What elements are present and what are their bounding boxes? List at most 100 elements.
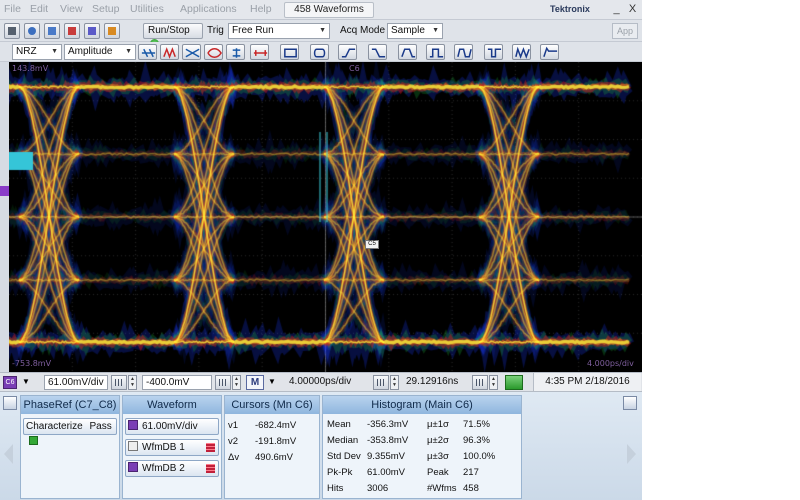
menu-edit[interactable]: Edit	[30, 3, 48, 15]
histogram-stat-value: 9.355mV	[367, 451, 405, 462]
eye-width-icon[interactable]	[250, 44, 269, 60]
offset-updown[interactable]: ▲ ▼	[232, 375, 241, 390]
histogram-sigma-value: 100.0%	[463, 451, 495, 462]
eye-height-icon[interactable]	[226, 44, 245, 60]
acq-mode-select[interactable]: Sample ▼	[387, 23, 443, 39]
scale-updown[interactable]: ▲ ▼	[128, 375, 137, 390]
histogram-sigma-label: μ±2σ	[427, 435, 449, 446]
histogram-stat-label: Mean	[327, 419, 351, 430]
minimize-button[interactable]: _	[610, 3, 623, 16]
main-toolbar: Run/Stop Trig Free Run ▼ Acq Mode Sample ▼…	[0, 20, 642, 42]
pass-status: Pass	[89, 421, 111, 432]
measurement-toolbar: NRZ ▼ Amplitude ▼	[0, 42, 642, 62]
position-knob-icon[interactable]	[472, 375, 488, 390]
scroll-left-arrow-icon[interactable]	[4, 444, 13, 464]
print-icon[interactable]	[4, 23, 20, 39]
acq-mode-value: Sample	[391, 25, 425, 36]
mask-icon[interactable]	[280, 44, 299, 60]
chevron-down-icon[interactable]: ▼	[22, 377, 30, 386]
coding-select[interactable]: NRZ ▼	[12, 44, 62, 60]
eye-amplitude-icon[interactable]	[398, 44, 417, 60]
histogram-sigma-value: 96.3%	[463, 435, 490, 446]
q-factor-icon[interactable]	[310, 44, 329, 60]
channel-badge[interactable]: C6	[3, 376, 17, 389]
main-timebase-button[interactable]: M	[246, 375, 264, 390]
jitter-icon[interactable]	[160, 44, 179, 60]
scroll-right-arrow-icon[interactable]	[627, 444, 636, 464]
channel-offset-marker[interactable]	[0, 186, 9, 196]
chart-icon[interactable]	[64, 23, 80, 39]
zoom-icon[interactable]	[24, 23, 40, 39]
cursors-panel: Cursors (Mn C6) v1 -682.4mV v2 -191.8mV …	[224, 395, 320, 499]
config-icon[interactable]	[3, 396, 17, 410]
coding-value: NRZ	[16, 46, 37, 57]
trigger-mode-value: Free Run	[232, 25, 274, 36]
timebase-updown[interactable]: ▲ ▼	[390, 375, 399, 390]
c5-marker[interactable]: C5	[365, 240, 379, 249]
timebase-knob-icon[interactable]	[373, 375, 389, 390]
run-stop-button[interactable]: Run/Stop	[143, 23, 203, 39]
eye-diagram-display[interactable]: 143.8mV C6 -753.8mV 4.000ps/div C5	[9, 62, 642, 372]
histogram-stat-label: Pk-Pk	[327, 467, 352, 478]
chevron-down-icon: ▼	[125, 45, 132, 59]
eye-diagram-canvas	[9, 62, 642, 372]
vertical-scale-field[interactable]: 61.00mV/div	[44, 375, 108, 390]
database-icon	[128, 441, 138, 451]
measure-icon[interactable]	[84, 23, 100, 39]
menu-bar: File Edit View Setup Utilities Applicati…	[0, 0, 642, 20]
rise-time-icon[interactable]	[338, 44, 357, 60]
histogram-stat-label: Std Dev	[327, 451, 361, 462]
menu-file[interactable]: File	[4, 3, 21, 15]
histogram-stat-label: Median	[327, 435, 358, 446]
menu-setup[interactable]: Setup	[92, 3, 119, 15]
waveform-item-wfmdb1[interactable]: WfmDB 1	[125, 439, 219, 456]
duty-cycle-icon[interactable]	[484, 44, 503, 60]
menu-utilities[interactable]: Utilities	[130, 3, 164, 15]
waveform-item-label: 61.00mV/div	[142, 421, 198, 432]
menu-view[interactable]: View	[60, 3, 83, 15]
menu-help[interactable]: Help	[250, 3, 272, 15]
timebase-field[interactable]: 4.00000ps/div	[286, 375, 370, 390]
position-updown[interactable]: ▲ ▼	[489, 375, 498, 390]
histogram-sigma-value: 458	[463, 483, 479, 494]
close-button[interactable]: X	[626, 3, 639, 16]
chevron-down-icon: ▼	[51, 45, 58, 59]
cursor-v2-label: v2	[228, 436, 238, 447]
save-icon[interactable]	[44, 23, 60, 39]
channel-label-c6: C6	[349, 64, 360, 73]
acquire-status-icon[interactable]	[505, 375, 523, 390]
frequency-icon[interactable]	[512, 44, 531, 60]
histogram-stat-value: -356.3mV	[367, 419, 408, 430]
app-button[interactable]: App	[612, 23, 638, 39]
period-icon[interactable]	[454, 44, 473, 60]
brand-logo: Tektronix	[550, 4, 590, 14]
waveform-count-tab: 458 Waveforms	[284, 2, 374, 18]
histogram-sigma-label: Peak	[427, 467, 449, 478]
menu-applications[interactable]: Applications	[180, 3, 237, 15]
phaseref-panel: PhaseRef (C7_C8) Characterize Pass	[20, 395, 120, 499]
characterize-button[interactable]: Characterize Pass	[23, 418, 117, 435]
window-icon[interactable]	[623, 396, 637, 410]
histogram-sigma-label: #Wfms	[427, 483, 457, 494]
date-time-display: 4:35 PM 2/18/2016	[533, 373, 641, 391]
cursor-delta-label: Δv	[228, 452, 239, 463]
horizontal-position-field[interactable]: 29.12916ns	[403, 375, 467, 390]
measurement-select[interactable]: Amplitude ▼	[64, 44, 136, 60]
waveform-item-wfmdb2[interactable]: WfmDB 2	[125, 460, 219, 477]
eye-setup-icon[interactable]	[138, 44, 157, 60]
edit-icon[interactable]	[104, 23, 120, 39]
chevron-down-icon: ▼	[432, 24, 439, 38]
noise-icon[interactable]	[182, 44, 201, 60]
histogram-stat-value: 61.00mV	[367, 467, 405, 478]
trigger-mode-select[interactable]: Free Run ▼	[228, 23, 330, 39]
offset-knob-icon[interactable]	[215, 375, 231, 390]
cursor-v1-value: -682.4mV	[255, 420, 296, 431]
crossing-icon[interactable]	[204, 44, 223, 60]
fall-time-icon[interactable]	[368, 44, 387, 60]
chevron-down-icon[interactable]: ▼	[268, 377, 276, 386]
scale-knob-icon[interactable]	[111, 375, 127, 390]
offset-field[interactable]: -400.0mV	[142, 375, 212, 390]
waveform-item-scale[interactable]: 61.00mV/div	[125, 418, 219, 435]
pulse-icon[interactable]	[426, 44, 445, 60]
overshoot-icon[interactable]	[540, 44, 559, 60]
